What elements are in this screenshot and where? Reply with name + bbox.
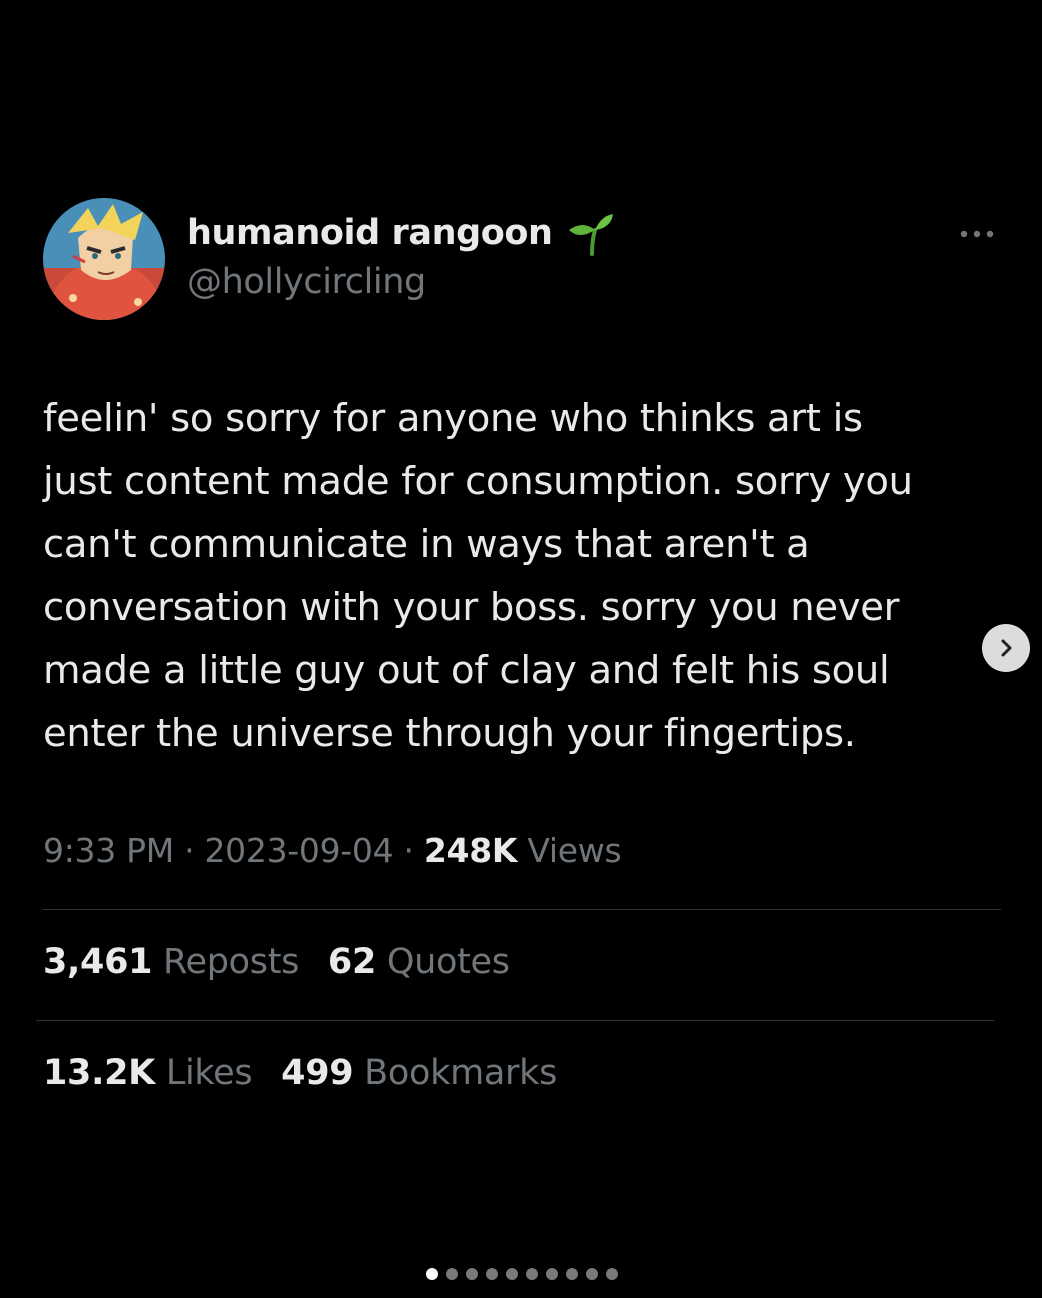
quotes-stat[interactable]: 62 Quotes	[328, 942, 510, 982]
divider	[43, 909, 1001, 910]
tweet-text: feelin' so sorry for anyone who thinks a…	[43, 387, 988, 765]
chevron-right-icon	[1001, 639, 1012, 657]
likes-label: Likes	[165, 1053, 253, 1093]
likes-stat[interactable]: 13.2K Likes	[43, 1053, 253, 1093]
tweet-line: feelin' so sorry for anyone who thinks a…	[43, 396, 863, 441]
next-slide-button[interactable]	[982, 624, 1030, 672]
tweet-line: conversation with your boss. sorry you n…	[43, 585, 900, 630]
carousel-dot[interactable]	[426, 1268, 438, 1280]
carousel-dot[interactable]	[486, 1268, 498, 1280]
tweet-meta: 9:33 PM · 2023-09-04 · 248K Views	[43, 831, 622, 870]
carousel-dot[interactable]	[446, 1268, 458, 1280]
carousel-dot[interactable]	[466, 1268, 478, 1280]
tweet-time[interactable]: 9:33 PM	[43, 831, 174, 870]
meta-separator: ·	[184, 831, 195, 870]
bookmarks-label: Bookmarks	[364, 1053, 557, 1093]
display-name[interactable]: humanoid rangoon	[187, 210, 615, 256]
reposts-stat[interactable]: 3,461 Reposts	[43, 942, 299, 982]
carousel-dot[interactable]	[506, 1268, 518, 1280]
tweet-line: made a little guy out of clay and felt h…	[43, 648, 890, 693]
bookmarks-count: 499	[281, 1053, 354, 1093]
tweet-date[interactable]: 2023-09-04	[204, 831, 393, 870]
sprout-icon	[565, 210, 615, 256]
user-handle[interactable]: @hollycircling	[187, 262, 426, 302]
views-label: Views	[527, 831, 622, 870]
meta-separator: ·	[403, 831, 414, 870]
views-count: 248K	[423, 831, 518, 870]
avatar[interactable]	[43, 198, 165, 320]
avatar-image	[43, 198, 165, 320]
carousel-dot[interactable]	[606, 1268, 618, 1280]
quotes-label: Quotes	[386, 942, 510, 982]
tweet-line: just content made for consumption. sorry…	[43, 459, 913, 504]
reposts-count: 3,461	[43, 942, 153, 982]
carousel-dot[interactable]	[566, 1268, 578, 1280]
divider	[36, 1020, 994, 1021]
carousel-dot[interactable]	[546, 1268, 558, 1280]
stats-row-likes: 13.2K Likes 499 Bookmarks	[43, 1053, 575, 1093]
carousel-dots	[426, 1268, 618, 1280]
stats-row-reposts: 3,461 Reposts 62 Quotes	[43, 942, 528, 982]
carousel-dot[interactable]	[586, 1268, 598, 1280]
carousel-dot[interactable]	[526, 1268, 538, 1280]
display-name-text: humanoid rangoon	[187, 213, 553, 253]
bookmarks-stat[interactable]: 499 Bookmarks	[281, 1053, 557, 1093]
quotes-count: 62	[327, 942, 376, 982]
likes-count: 13.2K	[43, 1053, 155, 1093]
reposts-label: Reposts	[163, 942, 300, 982]
more-options-icon[interactable]	[956, 222, 998, 246]
tweet-line: can't communicate in ways that aren't a	[43, 522, 810, 567]
tweet-line: enter the universe through your fingerti…	[43, 711, 856, 756]
